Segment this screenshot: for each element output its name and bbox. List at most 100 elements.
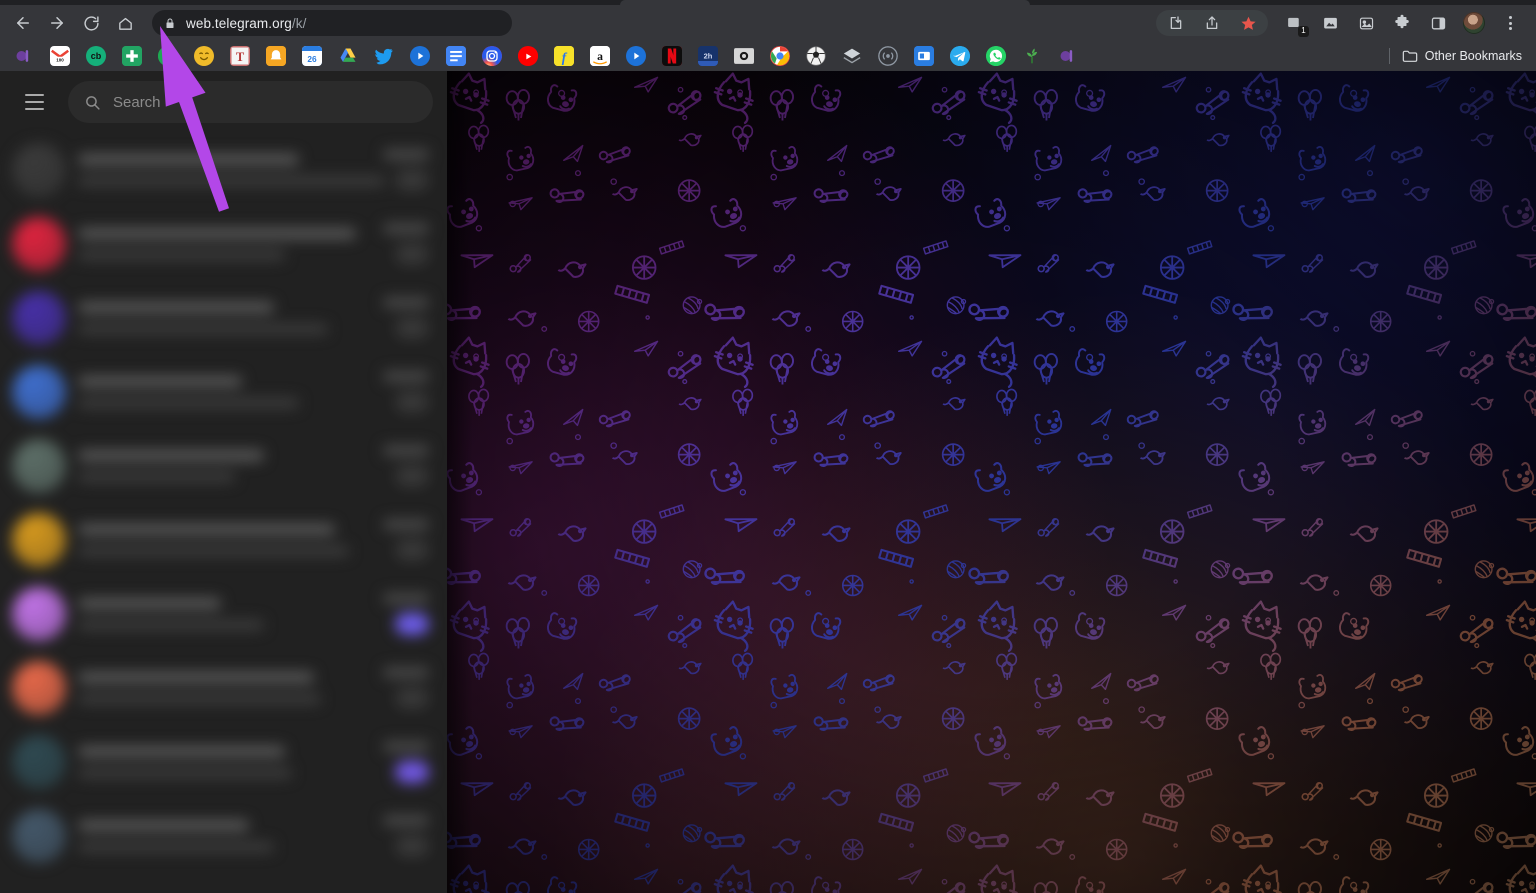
chat-preview-redacted [78,324,328,334]
plant-icon [1022,46,1042,66]
bookmark-yellow-face[interactable] [193,45,215,67]
chat-preview-redacted [78,694,321,704]
bookmark-drive[interactable] [337,45,359,67]
chat-list-item[interactable] [0,503,447,577]
home-icon[interactable] [111,9,139,37]
chat-title-redacted [78,154,299,165]
bookmark-ch-purple[interactable] [13,45,35,67]
bookmark-2h-blue[interactable]: 2h [697,45,719,67]
address-bar[interactable]: web.telegram.org/k/ [152,10,512,36]
bookmark-plant[interactable] [1021,45,1043,67]
chat-text-block [78,820,435,852]
bookmark-telegram[interactable] [949,45,971,67]
image-icon[interactable] [1353,10,1379,36]
bookmark-gmail[interactable]: 100 [49,45,71,67]
avatar [12,735,66,789]
svg-text:26: 26 [307,54,317,64]
chat-preview-redacted [78,546,349,556]
cb-icon: cb [86,46,106,66]
browser-window: web.telegram.org/k/ 1 [0,0,1536,893]
hamburger-icon[interactable] [14,82,54,122]
avatar [12,365,66,419]
chat-title-redacted [78,746,285,757]
kebab-dots [1509,16,1512,30]
chat-list-item[interactable] [0,577,447,651]
forward-icon[interactable] [43,9,71,37]
bookmark-twitter[interactable] [373,45,395,67]
chat-list-item[interactable] [0,651,447,725]
bookmark-calendar[interactable]: 26 [301,45,323,67]
emoji-icon [194,46,214,66]
chat-sidebar: Search [0,71,447,893]
side-panel-icon[interactable] [1425,10,1451,36]
bookmark-layers[interactable] [841,45,863,67]
bookmark-ch-purple-2[interactable] [1057,45,1079,67]
bookmark-blue-dot[interactable] [409,45,431,67]
chat-list-item[interactable] [0,207,447,281]
profile-avatar[interactable] [1461,10,1487,36]
back-icon[interactable] [9,9,37,37]
avatar [12,143,66,197]
bookmark-youtube[interactable] [517,45,539,67]
extensions-puzzle-icon[interactable] [1389,10,1415,36]
chat-list[interactable] [0,133,447,893]
avatar [12,217,66,271]
search-placeholder: Search [113,94,161,111]
chat-preview-redacted [78,250,285,260]
bookmark-flipkart[interactable]: f [553,45,575,67]
chat-status-redacted [395,835,429,857]
chat-list-item[interactable] [0,133,447,207]
lock-icon[interactable] [164,17,176,30]
chat-timestamp-redacted [383,371,429,382]
twitter-icon [374,46,394,66]
bookmark-docs-blue[interactable] [445,45,467,67]
share-icon[interactable] [1199,10,1225,36]
search-icon [84,94,101,111]
chat-text-block [78,154,435,186]
chat-text-block [78,672,435,704]
url-text: web.telegram.org/k/ [186,16,306,31]
chat-list-item[interactable] [0,281,447,355]
bookmark-sheets[interactable] [121,45,143,67]
chat-timestamp-redacted [383,519,429,530]
bookmark-amazon[interactable]: a [589,45,611,67]
download-icon[interactable] [1163,10,1189,36]
chat-list-item[interactable] [0,429,447,503]
other-bookmarks-group: Other Bookmarks [1389,48,1536,64]
bookmark-broadcast[interactable] [877,45,899,67]
extension-badge-count: 1 [1298,26,1309,37]
bookmark-whatsapp[interactable] [985,45,1007,67]
chrome-menu-icon[interactable] [1497,10,1523,36]
chat-list-item[interactable] [0,355,447,429]
chat-title-redacted [78,450,264,461]
reload-icon[interactable] [77,9,105,37]
chat-status-redacted [395,687,429,709]
chat-preview-redacted [78,768,292,778]
bookmark-orange-app[interactable] [265,45,287,67]
bookmark-chrome-dot[interactable] [769,45,791,67]
bookmark-netflix[interactable] [661,45,683,67]
svg-text:T: T [236,50,245,64]
chat-title-redacted [78,302,274,313]
bookmark-onedrive[interactable] [625,45,647,67]
search-input[interactable]: Search [68,81,433,123]
chat-preview-redacted [78,620,264,630]
chat-list-item[interactable] [0,799,447,873]
other-bookmarks-button[interactable]: Other Bookmarks [1402,49,1522,63]
bookmark-cb-green[interactable]: cb [85,45,107,67]
bookmark-messages[interactable] [157,45,179,67]
messages-icon [158,46,178,66]
extension-with-badge-icon[interactable]: 1 [1281,10,1307,36]
chat-title-redacted [78,228,356,239]
bookmark-star-icon[interactable] [1235,10,1261,36]
bookmark-t-box[interactable]: T [229,45,251,67]
chat-list-item[interactable] [0,725,447,799]
bookmark-instagram[interactable] [481,45,503,67]
bookmark-camera[interactable] [733,45,755,67]
instagram-icon [482,46,502,66]
play-icon [626,46,646,66]
screenshot-tool-icon[interactable] [1317,10,1343,36]
bookmark-blue-square[interactable] [913,45,935,67]
chat-text-block [78,598,435,630]
bookmark-football[interactable] [805,45,827,67]
